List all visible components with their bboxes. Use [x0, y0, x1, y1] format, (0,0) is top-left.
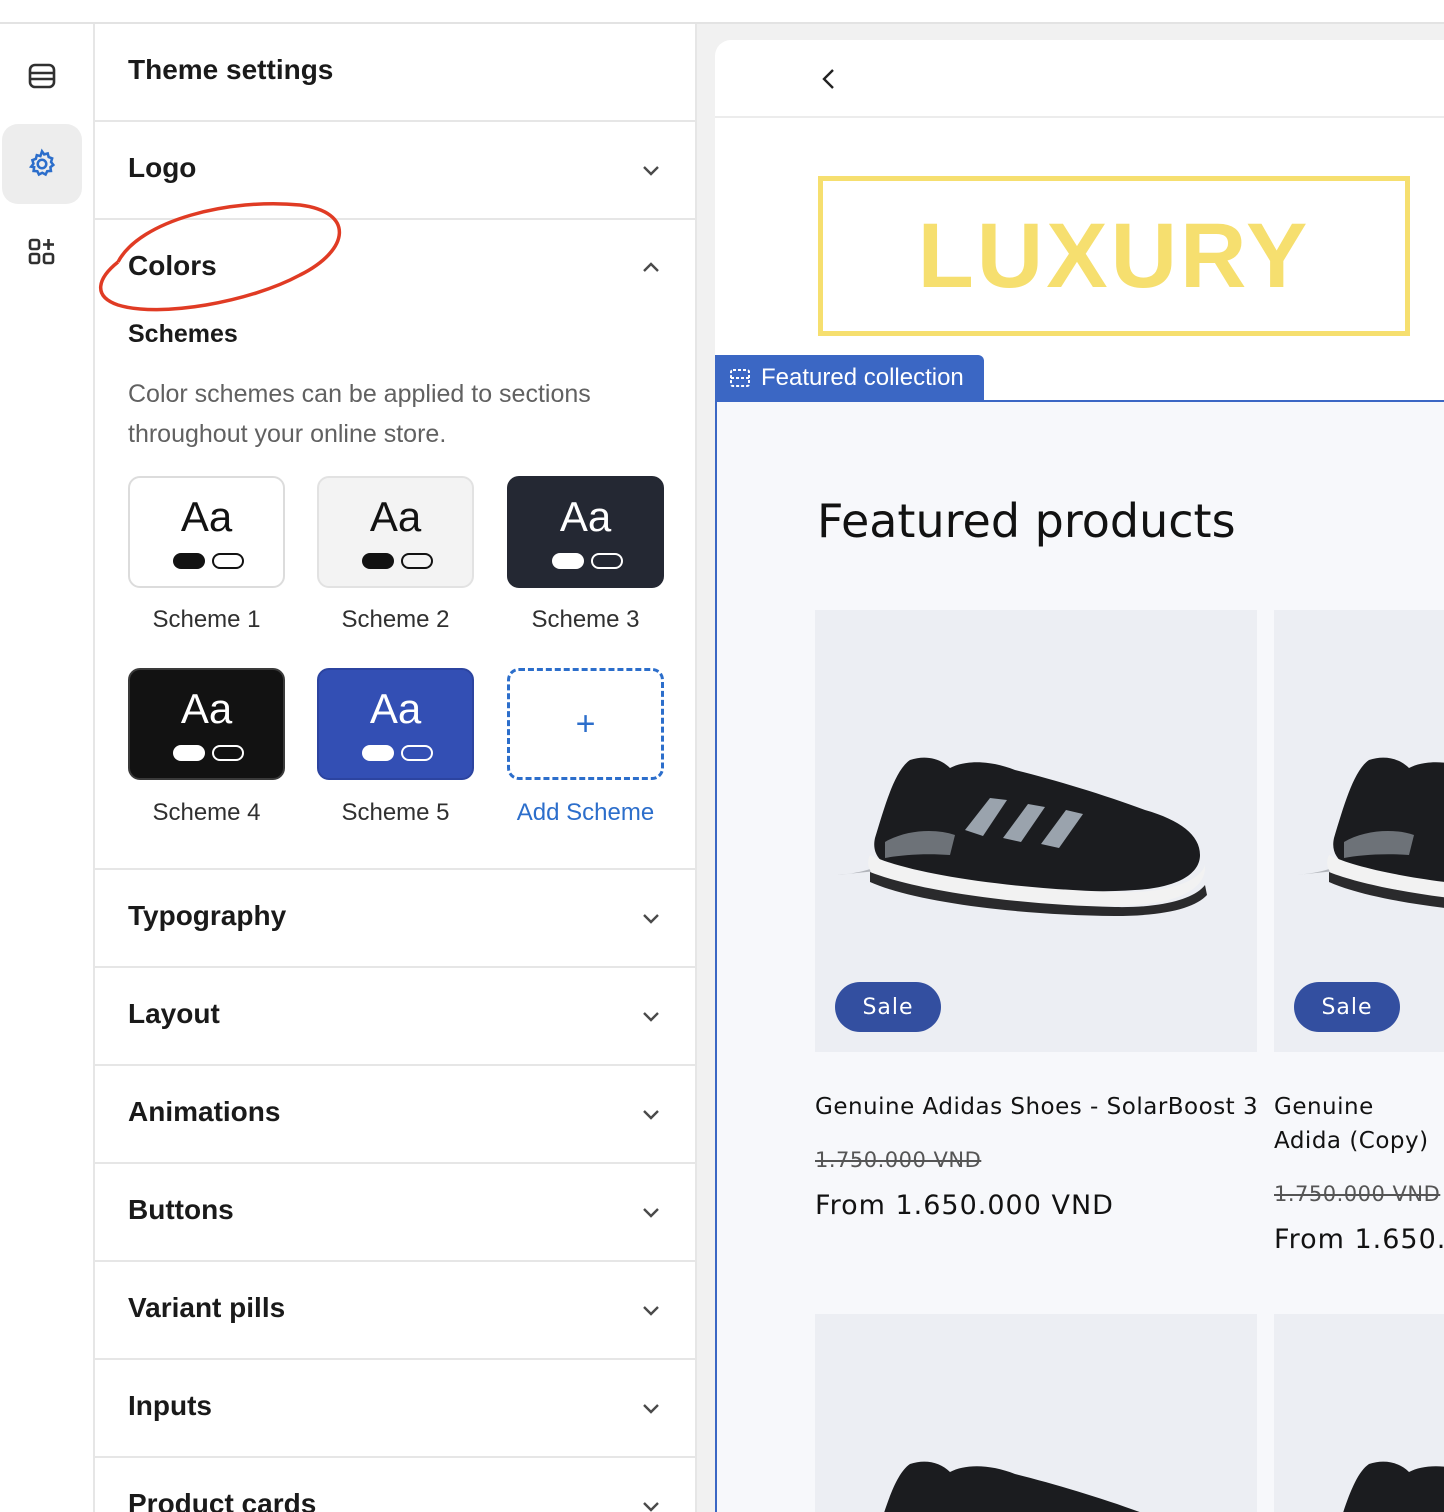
scheme-1-swatch[interactable]: Aa	[128, 476, 285, 588]
section-label: Product cards	[128, 1488, 317, 1512]
shoe-image	[1343, 1461, 1444, 1512]
chevron-down-icon	[643, 1012, 659, 1022]
apps-button[interactable]	[2, 212, 82, 292]
theme-editor: Theme settings Logo Colors Schemes Color…	[0, 0, 1444, 1512]
secondary-button-pill	[591, 553, 623, 569]
secondary-button-pill	[212, 745, 244, 761]
section-product-cards[interactable]: Product cards	[95, 1458, 695, 1512]
primary-button-pill	[362, 745, 394, 761]
section-label: Inputs	[128, 1390, 212, 1421]
product-image[interactable]	[815, 1314, 1257, 1512]
scheme-2-swatch[interactable]: Aa	[317, 476, 474, 588]
scheme-preview-text: Aa	[369, 685, 422, 732]
sections-icon	[28, 63, 56, 89]
product-price: From 1.650.000 VND	[815, 1190, 1114, 1221]
secondary-button-pill	[212, 553, 244, 569]
section-layout[interactable]: Layout	[95, 968, 695, 1066]
product-title[interactable]: Genuine Adida (Copy)	[1274, 1090, 1444, 1158]
secondary-button-pill	[401, 745, 433, 761]
scheme-preview-text: Aa	[369, 493, 422, 540]
store-logo[interactable]: LUXURY	[818, 176, 1410, 336]
section-animations[interactable]: Animations	[95, 1066, 695, 1164]
section-colors[interactable]: Colors	[95, 220, 695, 318]
store-preview: LUXURY Featured collection Featured prod…	[697, 24, 1444, 1512]
scheme-preview-text: Aa	[180, 493, 233, 540]
top-bar	[0, 0, 1444, 24]
logo-text: LUXURY	[917, 204, 1311, 307]
compare-price: 1.750.000 VND	[1274, 1182, 1441, 1206]
chevron-down-icon	[643, 914, 659, 924]
scheme-4-swatch[interactable]: Aa	[128, 668, 285, 780]
chevron-down-icon	[643, 1110, 659, 1120]
gear-icon	[28, 148, 56, 177]
panel-title: Theme settings	[128, 54, 334, 85]
chevron-down-icon	[643, 1306, 659, 1316]
chevron-down-icon	[643, 1404, 659, 1414]
theme-settings-button[interactable]	[2, 124, 82, 204]
section-typography[interactable]: Typography	[95, 870, 695, 968]
section-label: Colors	[128, 250, 217, 281]
primary-button-pill	[552, 553, 584, 569]
product-card[interactable]: Sale Genuine Adida (Copy) 1.750.000 VND …	[1274, 610, 1444, 1310]
primary-button-pill	[362, 553, 394, 569]
product-title[interactable]: Genuine Adidas Shoes - SolarBoost 3	[815, 1090, 1265, 1124]
section-tag[interactable]: Featured collection	[715, 355, 984, 401]
section-variant-pills[interactable]: Variant pills	[95, 1262, 695, 1360]
section-inputs[interactable]: Inputs	[95, 1360, 695, 1458]
plus-icon: +	[575, 704, 596, 743]
add-scheme-link[interactable]: Add Scheme	[500, 799, 671, 827]
add-scheme-button[interactable]: +	[507, 668, 664, 780]
product-price: From 1.650.	[1274, 1224, 1444, 1255]
scheme-preview-text: Aa	[180, 685, 233, 732]
settings-panel: Theme settings Logo Colors Schemes Color…	[95, 24, 697, 1512]
chevron-up-icon	[643, 262, 659, 272]
icon-rail	[0, 24, 95, 1512]
scheme-label: Scheme 1	[152, 606, 261, 633]
featured-collection-section[interactable]: Featured products Sale Genuine Adidas Sh…	[715, 400, 1444, 1512]
schemes-description: Color schemes can be applied to sections…	[128, 380, 591, 448]
sale-badge: Sale	[835, 982, 941, 1032]
scheme-label: Scheme 3	[531, 606, 640, 633]
scheme-5-swatch[interactable]: Aa	[317, 668, 474, 780]
scheme-label: Scheme 5	[341, 799, 450, 826]
chevron-left-icon[interactable]	[819, 66, 839, 92]
chevron-down-icon	[643, 1208, 659, 1218]
section-logo[interactable]: Logo	[95, 122, 695, 220]
section-buttons[interactable]: Buttons	[95, 1164, 695, 1262]
preview-header	[715, 40, 1444, 118]
primary-button-pill	[173, 553, 205, 569]
product-image[interactable]: Sale	[815, 610, 1257, 1052]
scheme-3-swatch[interactable]: Aa	[507, 476, 664, 588]
section-label: Logo	[128, 152, 197, 183]
scheme-label: Scheme 4	[152, 799, 261, 826]
section-label: Variant pills	[128, 1292, 286, 1323]
shoe-image	[884, 1461, 1140, 1512]
apps-icon	[28, 238, 55, 265]
secondary-button-pill	[401, 553, 433, 569]
section-label: Animations	[128, 1096, 281, 1127]
section-label: Typography	[128, 900, 287, 931]
primary-button-pill	[173, 745, 205, 761]
section-heading: Featured products	[817, 494, 1236, 548]
product-image[interactable]: Sale	[1274, 610, 1444, 1052]
chevron-down-icon	[643, 1502, 659, 1512]
chevron-down-icon	[643, 166, 659, 176]
scheme-label: Scheme 2	[341, 606, 450, 633]
section-label: Buttons	[128, 1194, 234, 1225]
section-label: Layout	[128, 998, 220, 1029]
schemes-heading: Schemes	[128, 320, 238, 348]
product-image[interactable]	[1274, 1314, 1444, 1512]
section-icon	[730, 369, 750, 387]
scheme-preview-text: Aa	[559, 493, 612, 540]
section-tag-label: Featured collection	[761, 364, 964, 391]
sections-button[interactable]	[2, 36, 82, 116]
compare-price: 1.750.000 VND	[815, 1148, 982, 1172]
sale-badge: Sale	[1294, 982, 1400, 1032]
preview-frame: LUXURY Featured collection Featured prod…	[715, 40, 1444, 1512]
